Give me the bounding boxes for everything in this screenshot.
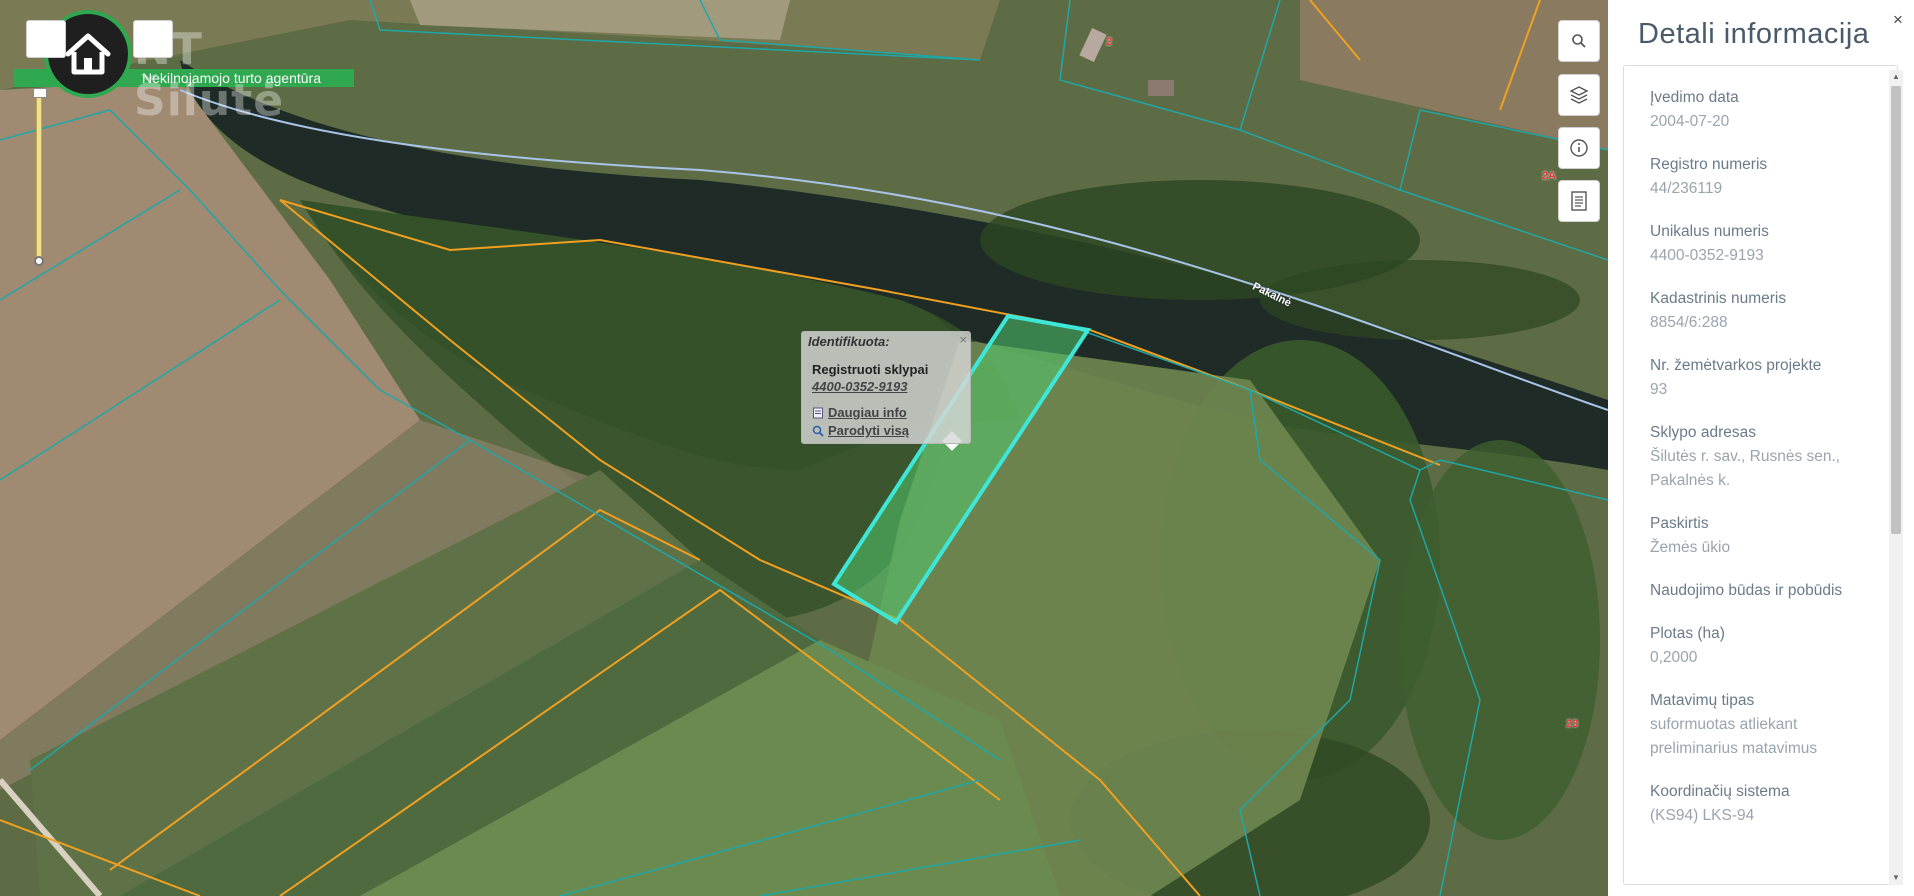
detail-field: Kadastrinis numeris 8854/6:288 (1650, 287, 1875, 335)
detail-field-value: 2004-07-20 (1650, 113, 1730, 130)
zoom-in-handle[interactable] (33, 88, 47, 98)
detail-field-value: Žemės ūkio (1650, 539, 1731, 556)
detail-field: Paskirtis Žemės ūkio (1650, 512, 1875, 560)
zoom-slider-knob[interactable] (34, 256, 44, 266)
detail-field: Naudojimo būdas ir pobūdis (1650, 579, 1875, 603)
detail-field-label: Naudojimo būdas ir pobūdis (1650, 582, 1843, 599)
panel-close-button[interactable]: × (1886, 8, 1910, 32)
detail-field: Unikalus numeris 4400-0352-9193 (1650, 220, 1875, 268)
home-button[interactable] (133, 20, 173, 58)
detail-field: Registro numeris 44/236119 (1650, 153, 1875, 201)
show-all-link[interactable]: Parodyti visą (812, 423, 909, 438)
detail-field-label: Matavimų tipas (1650, 692, 1755, 709)
document-icon (813, 407, 823, 418)
search-button[interactable] (1558, 20, 1600, 62)
detail-field-label: Registro numeris (1650, 156, 1768, 173)
scroll-thumb[interactable] (1891, 86, 1901, 534)
magnifier-icon (812, 425, 824, 437)
more-info-link[interactable]: Daugiau info (812, 405, 907, 420)
layers-button[interactable] (1558, 74, 1600, 116)
detail-field-value: suformuotas atliekant preliminarius mata… (1650, 716, 1818, 757)
fullscreen-button[interactable] (26, 20, 66, 58)
scroll-down-arrow[interactable]: ▼ (1889, 871, 1903, 885)
search-icon (1572, 34, 1586, 48)
detail-field-label: Plotas (ha) (1650, 625, 1725, 642)
map-number-label: 23 (1566, 718, 1579, 730)
detail-field-value: Šilutės r. sav., Rusnės sen., Pakalnės k… (1650, 448, 1841, 489)
detail-field-value: (KS94) LKS-94 (1650, 807, 1755, 824)
panel-title: Detali informacija (1638, 18, 1870, 50)
detail-field: Sklypo adresas Šilutės r. sav., Rusnės se… (1650, 421, 1875, 493)
detail-field-label: Įvedimo data (1650, 89, 1739, 106)
detail-field-value: 0,2000 (1650, 649, 1698, 666)
detail-list[interactable]: Įvedimo data 2004-07-20 Registro numeris 44… (1623, 65, 1898, 885)
detail-field-label: Sklypo adresas (1650, 424, 1756, 441)
layers-icon (1569, 86, 1589, 104)
detail-field: Plotas (ha) 0,2000 (1650, 622, 1875, 670)
detail-field-value: 4400-0352-9193 (1650, 247, 1764, 264)
identify-popup: Identifikuota: × Registruoti sklypai 440… (801, 331, 971, 444)
info-button[interactable] (1558, 127, 1600, 169)
popup-close-button[interactable]: × (959, 332, 967, 347)
zoom-slider-track[interactable] (36, 92, 42, 262)
info-icon (1570, 139, 1588, 157)
detail-field: Matavimų tipas suformuotas atliekant prel… (1650, 689, 1875, 761)
scroll-up-arrow[interactable]: ▲ (1889, 70, 1903, 84)
document-button[interactable] (1558, 180, 1600, 222)
detail-panel: Detali informacija × Įvedimo data 2004-07… (1608, 0, 1914, 896)
detail-field-label: Kadastrinis numeris (1650, 290, 1787, 307)
detail-field: Koordinačių sistema (KS94) LKS-94 (1650, 780, 1875, 828)
show-all-label[interactable]: Parodyti visą (828, 423, 909, 438)
detail-field-value: 93 (1650, 381, 1668, 398)
document-icon (1571, 191, 1587, 211)
detail-field: Nr. žemėtvarkos projekte 93 (1650, 354, 1875, 402)
map-number-label: 2A (1542, 170, 1557, 182)
popup-heading: Registruoti sklypai (812, 362, 929, 377)
detail-field-value: 44/236119 (1650, 180, 1723, 197)
detail-field-value: 8854/6:288 (1650, 314, 1728, 331)
map-view[interactable]: Nekilnojamojo turto agentūra NT Šilutė P… (0, 0, 1608, 896)
parcel-number-link[interactable]: 4400-0352-9193 (812, 379, 907, 394)
detail-field-label: Nr. žemėtvarkos projekte (1650, 357, 1822, 374)
detail-field: Įvedimo data 2004-07-20 (1650, 86, 1875, 134)
more-info-label[interactable]: Daugiau info (828, 405, 907, 420)
popup-title: Identifikuota: (808, 334, 890, 349)
map-number-label: 2 (1106, 36, 1113, 48)
detail-field-label: Paskirtis (1650, 515, 1709, 532)
satellite-imagery (0, 0, 1608, 896)
detail-field-label: Koordinačių sistema (1650, 783, 1790, 800)
panel-scrollbar[interactable]: ▲ ▼ (1889, 70, 1903, 885)
detail-field-label: Unikalus numeris (1650, 223, 1769, 240)
